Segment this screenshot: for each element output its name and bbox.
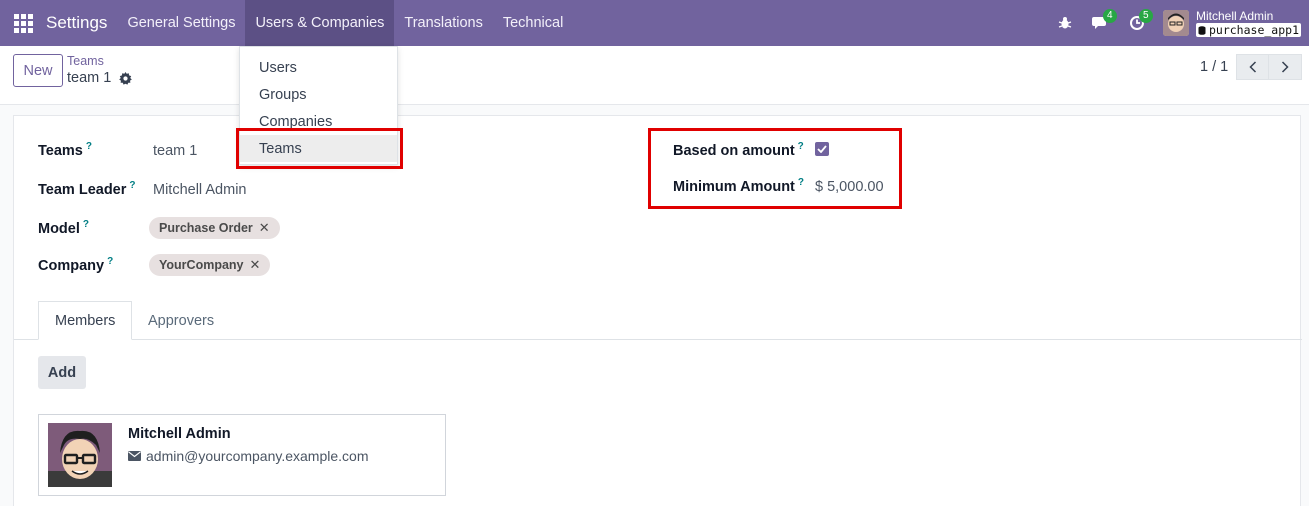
chevron-right-icon xyxy=(1281,61,1289,73)
menu-general-settings[interactable]: General Settings xyxy=(117,0,245,46)
menu-technical[interactable]: Technical xyxy=(493,0,573,46)
pager-next-button[interactable] xyxy=(1269,54,1302,80)
company-tag: YourCompany ✕ xyxy=(149,254,271,276)
dropdown-item-users[interactable]: Users xyxy=(240,54,397,81)
company-tag-label: YourCompany xyxy=(159,258,244,272)
notebook-tabs: Members Approvers xyxy=(14,301,1302,340)
debug-bug-icon[interactable] xyxy=(1047,0,1083,46)
apps-menu-icon[interactable] xyxy=(0,0,46,46)
member-email-text: admin@yourcompany.example.com xyxy=(146,448,369,464)
remove-tag-icon[interactable]: ✕ xyxy=(250,257,261,273)
add-member-button[interactable]: Add xyxy=(38,356,86,389)
top-navbar: Settings General Settings Users & Compan… xyxy=(0,0,1309,46)
model-field-label: Model? xyxy=(38,219,89,237)
pager-buttons xyxy=(1236,54,1302,80)
model-tag-label: Purchase Order xyxy=(159,221,253,235)
company-field-label: Company? xyxy=(38,256,113,274)
member-email: admin@yourcompany.example.com xyxy=(128,448,369,464)
navbar-systray: 4 5 Mitchell Admin purchase_app1 xyxy=(1047,0,1309,46)
breadcrumb-current: team 1 xyxy=(67,70,133,86)
highlight-box-amount-fields xyxy=(648,128,902,209)
help-tooltip-icon[interactable]: ? xyxy=(86,141,92,152)
tab-members[interactable]: Members xyxy=(38,301,133,340)
teams-label-text: Teams xyxy=(38,142,83,159)
messaging-badge: 4 xyxy=(1102,9,1117,23)
gear-icon[interactable] xyxy=(119,71,133,85)
team-leader-field-label: Team Leader? xyxy=(38,180,136,198)
database-name-text: purchase_app1 xyxy=(1208,23,1299,37)
help-tooltip-icon[interactable]: ? xyxy=(83,219,89,230)
messaging-icon[interactable]: 4 xyxy=(1083,0,1119,46)
menu-translations[interactable]: Translations xyxy=(394,0,492,46)
teams-field-label: Teams? xyxy=(38,141,92,159)
database-icon xyxy=(1198,25,1206,35)
app-brand[interactable]: Settings xyxy=(46,13,117,33)
activity-badge: 5 xyxy=(1138,9,1153,23)
member-card[interactable]: Mitchell Admin admin@yourcompany.example… xyxy=(38,414,446,496)
remove-tag-icon[interactable]: ✕ xyxy=(259,220,270,236)
member-name: Mitchell Admin xyxy=(128,426,231,442)
highlight-box-teams-menu xyxy=(236,128,403,169)
pager-value: 1 / 1 xyxy=(1200,59,1229,75)
control-panel: New Teams team 1 1 / 1 xyxy=(0,46,1309,105)
model-label-text: Model xyxy=(38,220,80,237)
envelope-icon xyxy=(128,451,141,461)
teams-field-value[interactable]: team 1 xyxy=(153,143,197,159)
help-tooltip-icon[interactable]: ? xyxy=(129,180,135,191)
member-avatar xyxy=(48,423,112,487)
breadcrumb-current-label: team 1 xyxy=(67,70,112,86)
team-leader-field-value[interactable]: Mitchell Admin xyxy=(153,182,246,198)
menu-users-companies[interactable]: Users & Companies xyxy=(245,0,395,46)
new-button[interactable]: New xyxy=(13,54,63,87)
help-tooltip-icon[interactable]: ? xyxy=(107,256,113,267)
chevron-left-icon xyxy=(1248,61,1256,73)
dropdown-item-groups[interactable]: Groups xyxy=(240,81,397,108)
database-name: purchase_app1 xyxy=(1195,23,1301,37)
model-tag: Purchase Order ✕ xyxy=(149,217,280,239)
company-label-text: Company xyxy=(38,257,105,274)
user-name: Mitchell Admin xyxy=(1195,9,1274,23)
user-avatar xyxy=(1162,10,1189,36)
tab-approvers[interactable]: Approvers xyxy=(132,301,230,340)
breadcrumb-parent-link[interactable]: Teams xyxy=(67,54,104,68)
team-leader-label-text: Team Leader xyxy=(38,181,127,198)
activity-clock-icon[interactable]: 5 xyxy=(1119,0,1155,46)
user-menu[interactable]: Mitchell Admin purchase_app1 xyxy=(1155,9,1309,37)
pager-previous-button[interactable] xyxy=(1236,54,1269,80)
